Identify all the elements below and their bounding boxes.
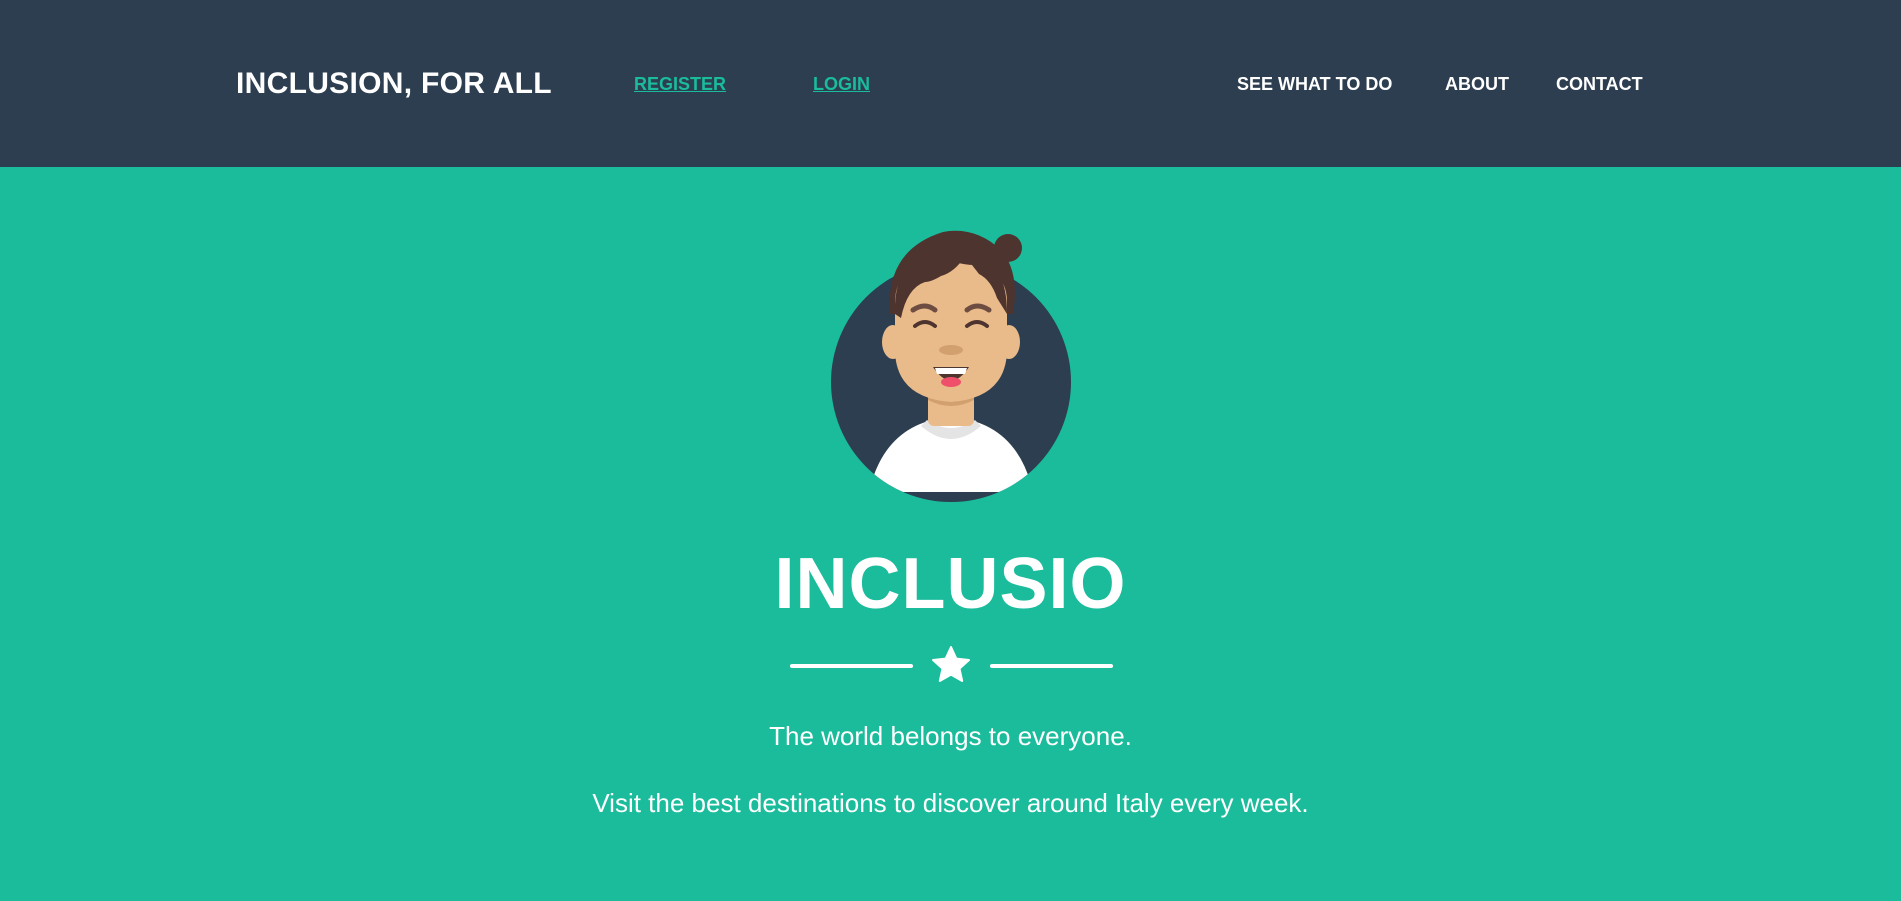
navbar: INCLUSION, FOR ALL REGISTER LOGIN SEE WH… (0, 0, 1901, 167)
brand-link[interactable]: INCLUSION, FOR ALL (236, 64, 552, 104)
nav-about[interactable]: ABOUT (1445, 73, 1509, 95)
divider-line-left (790, 664, 913, 668)
nav-see-what-to-do[interactable]: SEE WHAT TO DO (1237, 73, 1392, 95)
divider (790, 644, 1113, 688)
tagline-primary: The world belongs to everyone. (769, 721, 1132, 751)
hero-title: INCLUSIO (774, 544, 1127, 624)
star-icon (932, 646, 970, 682)
divider-line-right (990, 664, 1113, 668)
avatar-icon (831, 230, 1071, 502)
login-link[interactable]: LOGIN (813, 73, 870, 95)
register-link[interactable]: REGISTER (634, 73, 726, 95)
nav-contact[interactable]: CONTACT (1556, 73, 1643, 95)
tagline-secondary: Visit the best destinations to discover … (592, 788, 1309, 818)
